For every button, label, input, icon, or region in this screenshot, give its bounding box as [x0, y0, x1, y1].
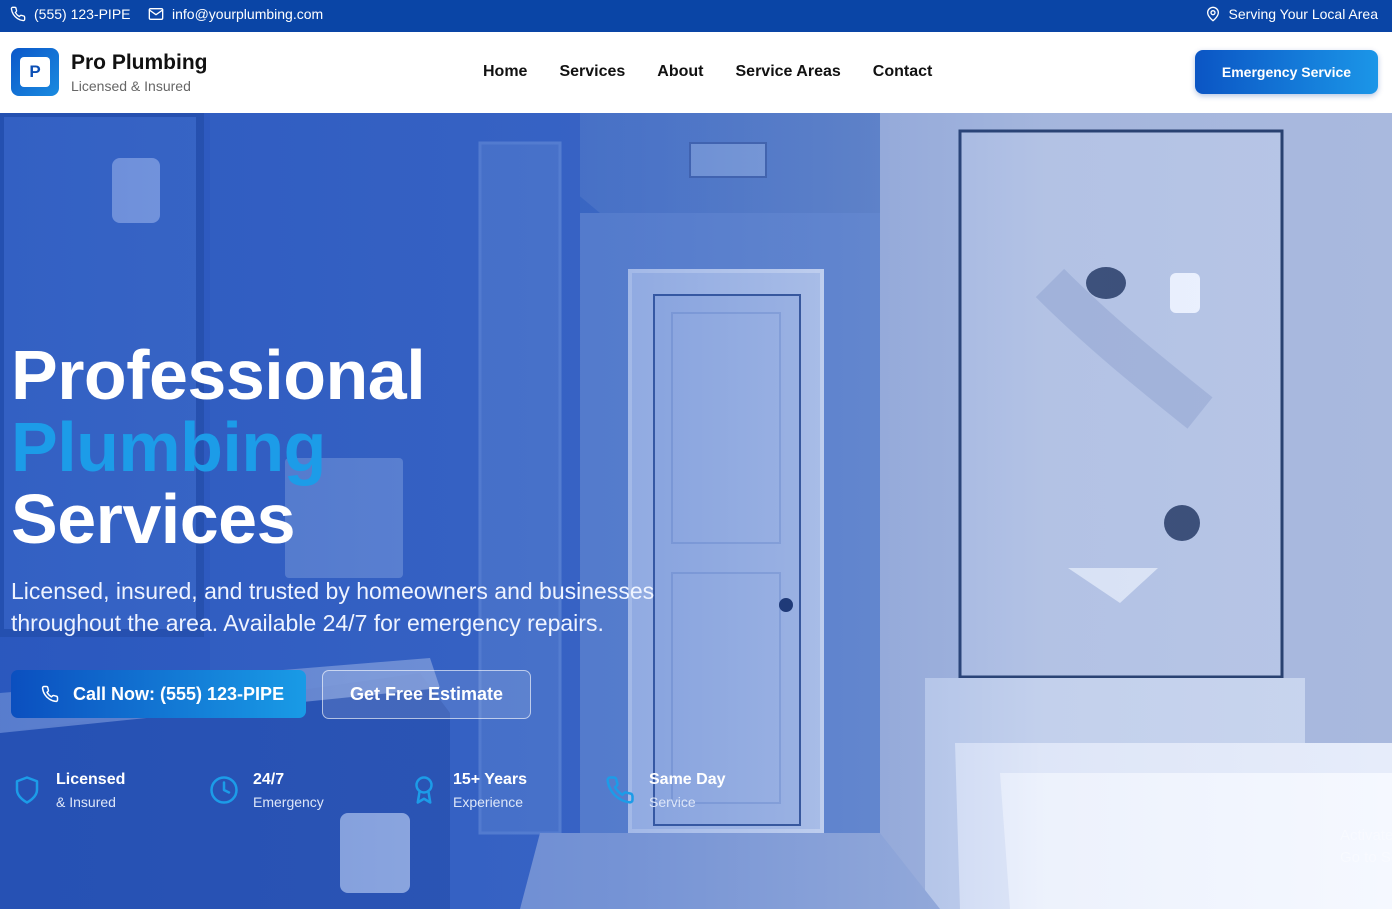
- feature-title: Licensed: [56, 771, 126, 788]
- hero-title-line1: Professional: [11, 336, 426, 414]
- windows-activation-watermark: Activate Windows Go to Settings to activ…: [1340, 825, 1392, 869]
- feature-subtitle: Service: [649, 794, 696, 810]
- feature-emergency: 24/7 Emergency: [209, 769, 324, 813]
- clock-icon: [210, 776, 238, 804]
- nav-contact[interactable]: Contact: [873, 63, 933, 81]
- phone-icon: [41, 685, 59, 703]
- topbar-phone[interactable]: (555) 123-PIPE: [10, 6, 131, 22]
- mail-icon: [148, 8, 164, 20]
- main-nav: Home Services About Service Areas Contac…: [483, 63, 932, 81]
- hero-section: Professional Plumbing Services Licensed,…: [0, 113, 1392, 909]
- nav-about[interactable]: About: [657, 63, 703, 81]
- feature-experience: 15+ Years Experience: [409, 769, 527, 813]
- shield-icon: [15, 776, 39, 804]
- site-header: P Pro Plumbing Licensed & Insured Home S…: [0, 32, 1392, 113]
- hero-title-line3: Services: [11, 480, 296, 558]
- topbar-email[interactable]: info@yourplumbing.com: [148, 6, 323, 22]
- feature-title: 24/7: [253, 771, 285, 788]
- free-estimate-button[interactable]: Get Free Estimate: [322, 670, 531, 719]
- topbar-area: Serving Your Local Area: [1205, 6, 1378, 22]
- phone-icon: [606, 776, 634, 804]
- top-bar: (555) 123-PIPE info@yourplumbing.com Ser…: [0, 0, 1392, 32]
- hero-subtitle: Licensed, insured, and trusted by homeow…: [11, 578, 655, 636]
- topbar-email-text: info@yourplumbing.com: [172, 6, 324, 22]
- call-now-label: Call Now: (555) 123-PIPE: [73, 683, 285, 704]
- watermark-line1: Activate Windows: [1340, 827, 1392, 844]
- logo[interactable]: P: [11, 48, 59, 96]
- map-pin-icon: [1206, 6, 1219, 22]
- topbar-phone-text: (555) 123-PIPE: [34, 6, 131, 22]
- award-icon: [415, 776, 433, 804]
- nav-home[interactable]: Home: [483, 63, 527, 81]
- feature-title: 15+ Years: [453, 771, 528, 788]
- feature-same-day: Same Day Service: [605, 769, 726, 813]
- nav-services[interactable]: Services: [559, 63, 625, 81]
- watermark-line2: Go to Settings to activate Windows.: [1340, 849, 1392, 866]
- emergency-service-button[interactable]: Emergency Service: [1195, 50, 1378, 94]
- feature-subtitle: Experience: [453, 794, 524, 810]
- call-now-button[interactable]: Call Now: (555) 123-PIPE: [11, 670, 306, 718]
- feature-title: Same Day: [649, 771, 726, 788]
- brand-tagline: Licensed & Insured: [71, 78, 191, 94]
- brand-name[interactable]: Pro Plumbing: [71, 51, 208, 75]
- hero-title: Professional Plumbing Services: [11, 336, 426, 558]
- nav-service-areas[interactable]: Service Areas: [736, 63, 841, 81]
- feature-subtitle: Emergency: [253, 794, 324, 810]
- feature-licensed: Licensed & Insured: [12, 769, 125, 813]
- logo-letter: P: [20, 57, 50, 87]
- topbar-area-text: Serving Your Local Area: [1228, 6, 1378, 22]
- phone-icon: [10, 6, 26, 22]
- hero-title-accent: Plumbing: [11, 408, 326, 486]
- feature-subtitle: & Insured: [56, 794, 116, 810]
